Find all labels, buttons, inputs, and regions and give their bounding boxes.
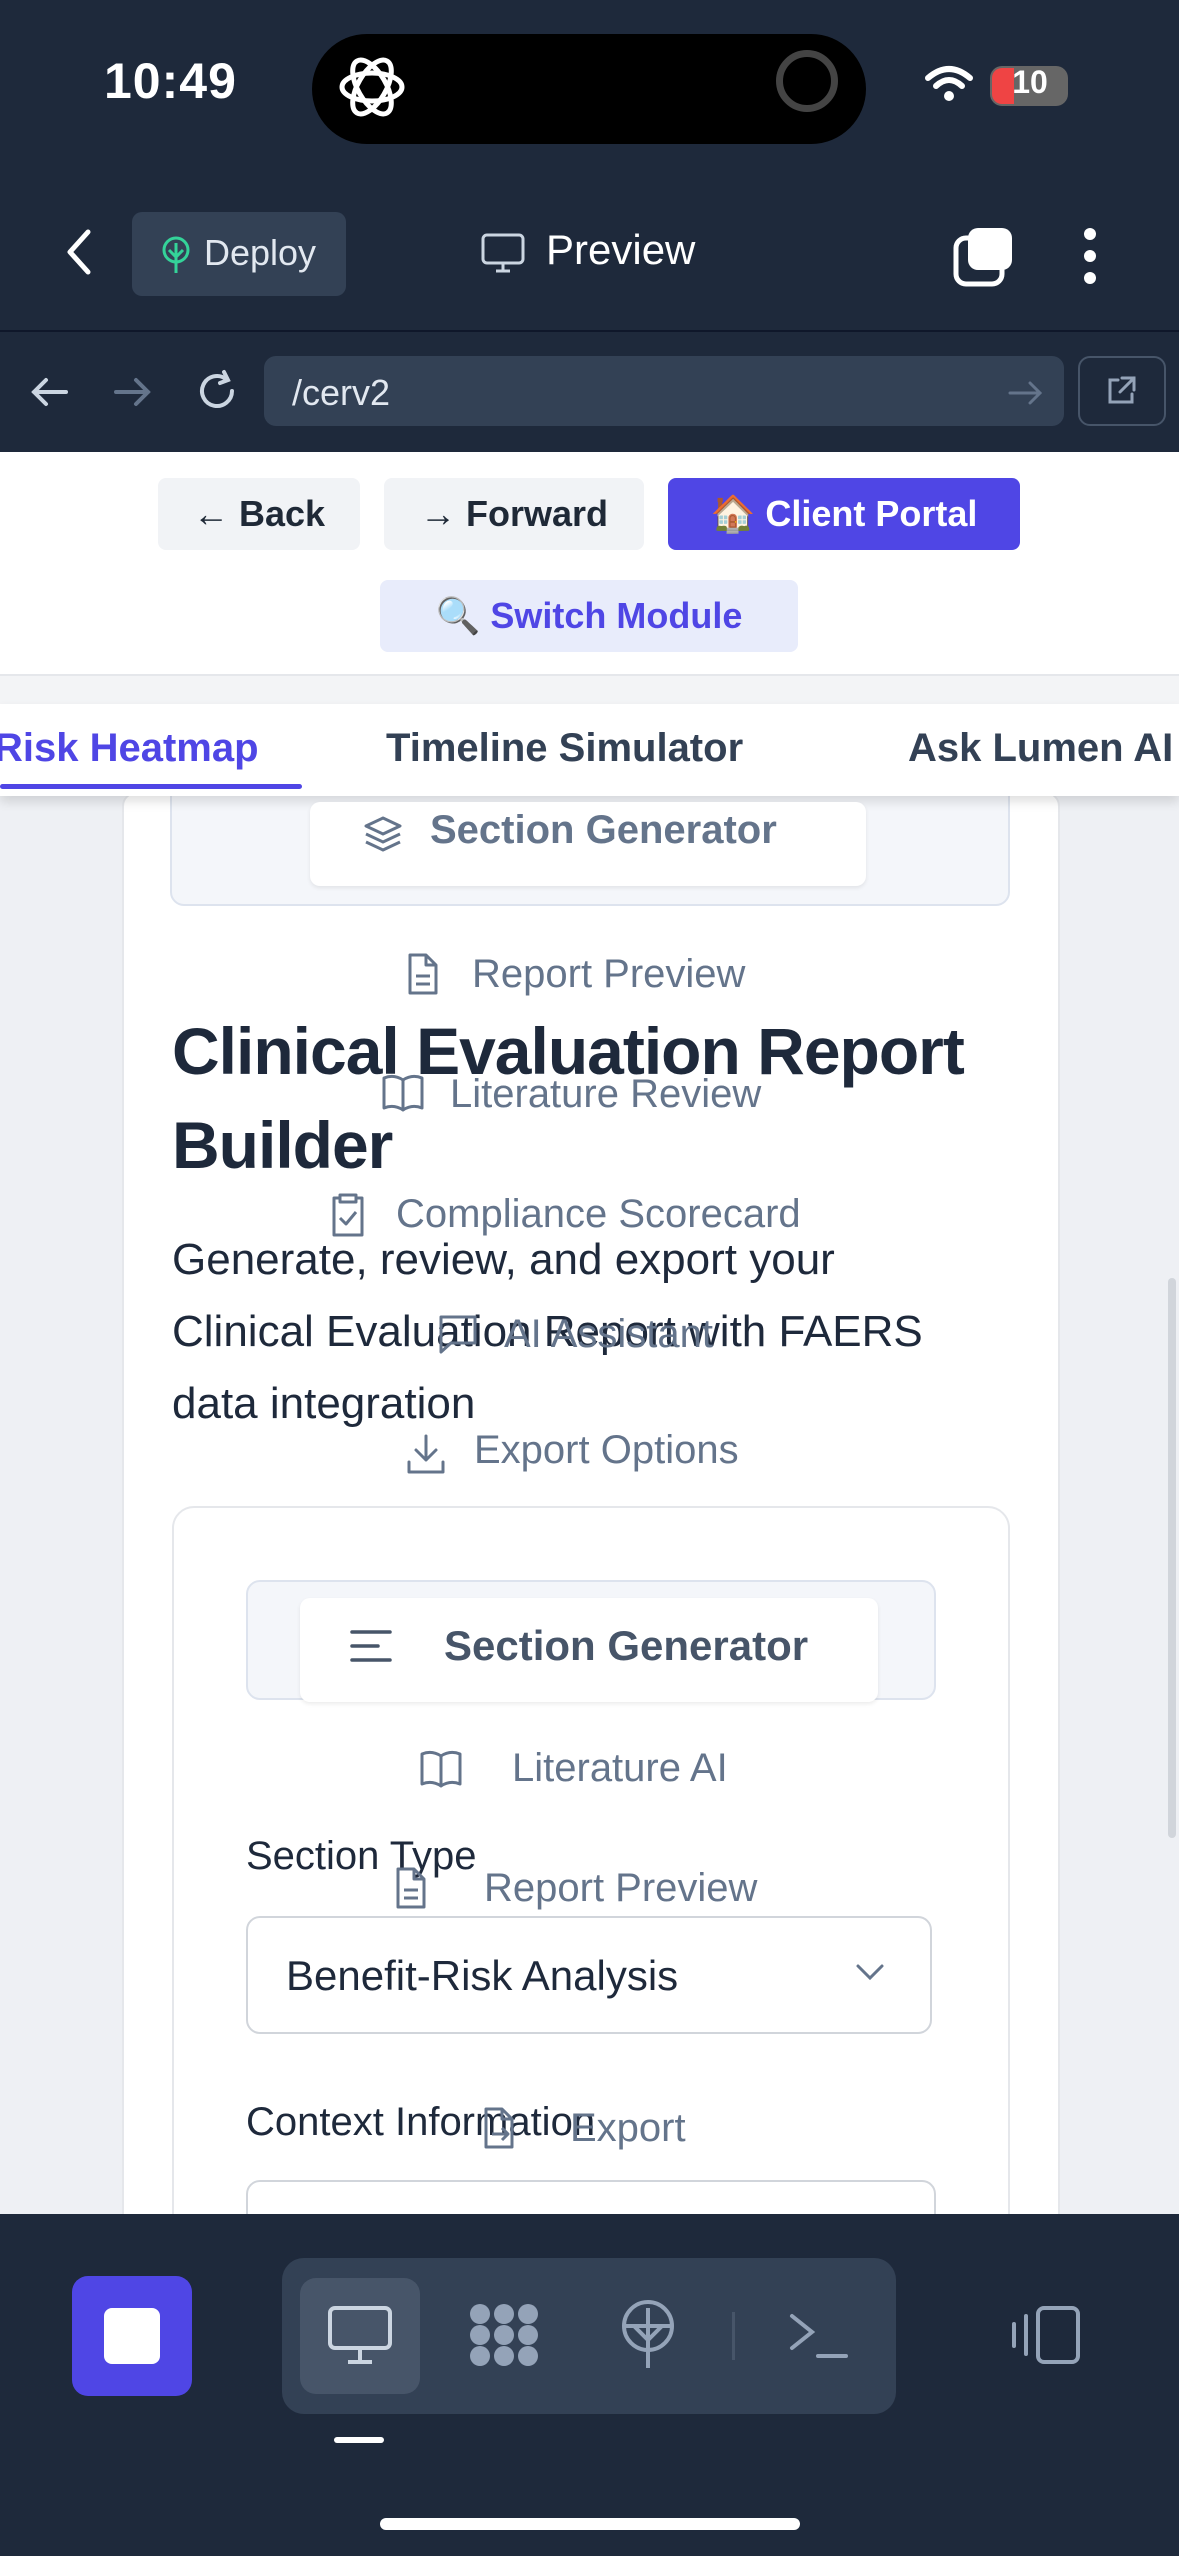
align-left-icon bbox=[350, 1630, 392, 1662]
chatgpt-logo-icon bbox=[339, 57, 405, 117]
book-icon bbox=[382, 1074, 424, 1112]
status-time: 10:49 bbox=[104, 53, 237, 109]
clipboard-check-icon bbox=[332, 1193, 364, 1237]
panel-toggle-icon[interactable] bbox=[1008, 2304, 1082, 2366]
report-preview-inner-item[interactable]: Report Preview bbox=[484, 1866, 757, 1911]
context-information-field[interactable] bbox=[246, 2180, 936, 2214]
section-type-label: Section Type bbox=[246, 1834, 477, 1878]
tab-timeline-simulator[interactable]: Timeline Simulator bbox=[386, 726, 743, 771]
section-generator-label: Section Generator bbox=[430, 808, 777, 852]
export-inner-item[interactable]: Export bbox=[570, 2106, 686, 2151]
preview-label[interactable]: Preview bbox=[546, 226, 695, 274]
switch-module-button[interactable]: 🔍 Switch Module bbox=[380, 580, 798, 652]
file-export-icon bbox=[484, 2107, 514, 2149]
open-external-button[interactable] bbox=[1078, 356, 1166, 426]
more-vertical-icon[interactable] bbox=[1080, 226, 1100, 286]
url-go-icon[interactable] bbox=[1006, 376, 1046, 410]
download-icon bbox=[407, 1434, 445, 1474]
apps-grid-icon[interactable] bbox=[466, 2300, 542, 2370]
message-icon bbox=[439, 1315, 477, 1354]
web-content: ← Back → Forward 🏠 Client Portal 🔍 Switc… bbox=[0, 452, 1179, 2214]
tab-ask-lumen-ai[interactable]: Ask Lumen AI bbox=[908, 726, 1173, 771]
active-tab-indicator bbox=[0, 784, 302, 789]
battery-percent: 10 bbox=[1012, 64, 1048, 100]
literature-ai-item[interactable]: Literature AI bbox=[512, 1746, 728, 1791]
file-icon bbox=[408, 953, 438, 995]
report-preview-item[interactable]: Report Preview bbox=[472, 952, 745, 997]
view-switcher-divider bbox=[732, 2312, 735, 2360]
layers-icon bbox=[364, 816, 402, 852]
deploy-icon[interactable] bbox=[616, 2298, 680, 2372]
activity-ring-icon bbox=[776, 50, 838, 112]
page-scrollbar[interactable] bbox=[1168, 1278, 1176, 1838]
file-icon bbox=[396, 1867, 426, 1909]
url-text[interactable]: /cerv2 bbox=[292, 372, 390, 414]
book-icon bbox=[420, 1750, 462, 1788]
section-generator-pill-label: Section Generator bbox=[444, 1622, 809, 1669]
tabbar-divider bbox=[0, 674, 1179, 706]
browser-back-icon[interactable] bbox=[26, 372, 72, 412]
stop-icon bbox=[104, 2308, 160, 2364]
deploy-tree-icon bbox=[162, 236, 190, 273]
section-type-value[interactable]: Benefit-Risk Analysis bbox=[286, 1952, 678, 2000]
ai-assistant-item[interactable]: AI Assistant bbox=[504, 1312, 713, 1357]
back-chevron-icon[interactable] bbox=[60, 222, 100, 282]
chevron-down-icon bbox=[856, 1964, 884, 1981]
client-portal-button[interactable]: 🏠 Client Portal bbox=[668, 478, 1020, 550]
external-link-icon bbox=[1108, 376, 1136, 404]
compliance-scorecard-item[interactable]: Compliance Scorecard bbox=[396, 1192, 801, 1237]
browser-forward-icon[interactable] bbox=[110, 372, 156, 412]
wifi-icon bbox=[925, 66, 973, 101]
context-information-label: Context Information bbox=[246, 2100, 596, 2144]
literature-review-item[interactable]: Literature Review bbox=[450, 1072, 761, 1117]
module-tabs: Risk Heatmap Timeline Simulator Ask Lume… bbox=[0, 704, 1179, 796]
export-options-item[interactable]: Export Options bbox=[474, 1428, 739, 1473]
forward-button[interactable]: → Forward bbox=[384, 478, 644, 550]
active-view-indicator bbox=[334, 2437, 384, 2443]
terminal-icon[interactable] bbox=[786, 2308, 850, 2364]
home-indicator bbox=[380, 2518, 800, 2530]
monitor-icon bbox=[328, 2306, 392, 2364]
reload-icon[interactable] bbox=[194, 368, 240, 414]
back-button[interactable]: ← Back bbox=[158, 478, 360, 550]
monitor-icon[interactable] bbox=[480, 232, 526, 274]
deploy-label: Deploy bbox=[204, 232, 317, 273]
top-nav: ← Back → Forward 🏠 Client Portal 🔍 Switc… bbox=[0, 452, 1179, 674]
tabs-switcher-icon[interactable] bbox=[952, 224, 1016, 288]
tab-risk-heatmap[interactable]: Risk Heatmap bbox=[0, 726, 259, 771]
